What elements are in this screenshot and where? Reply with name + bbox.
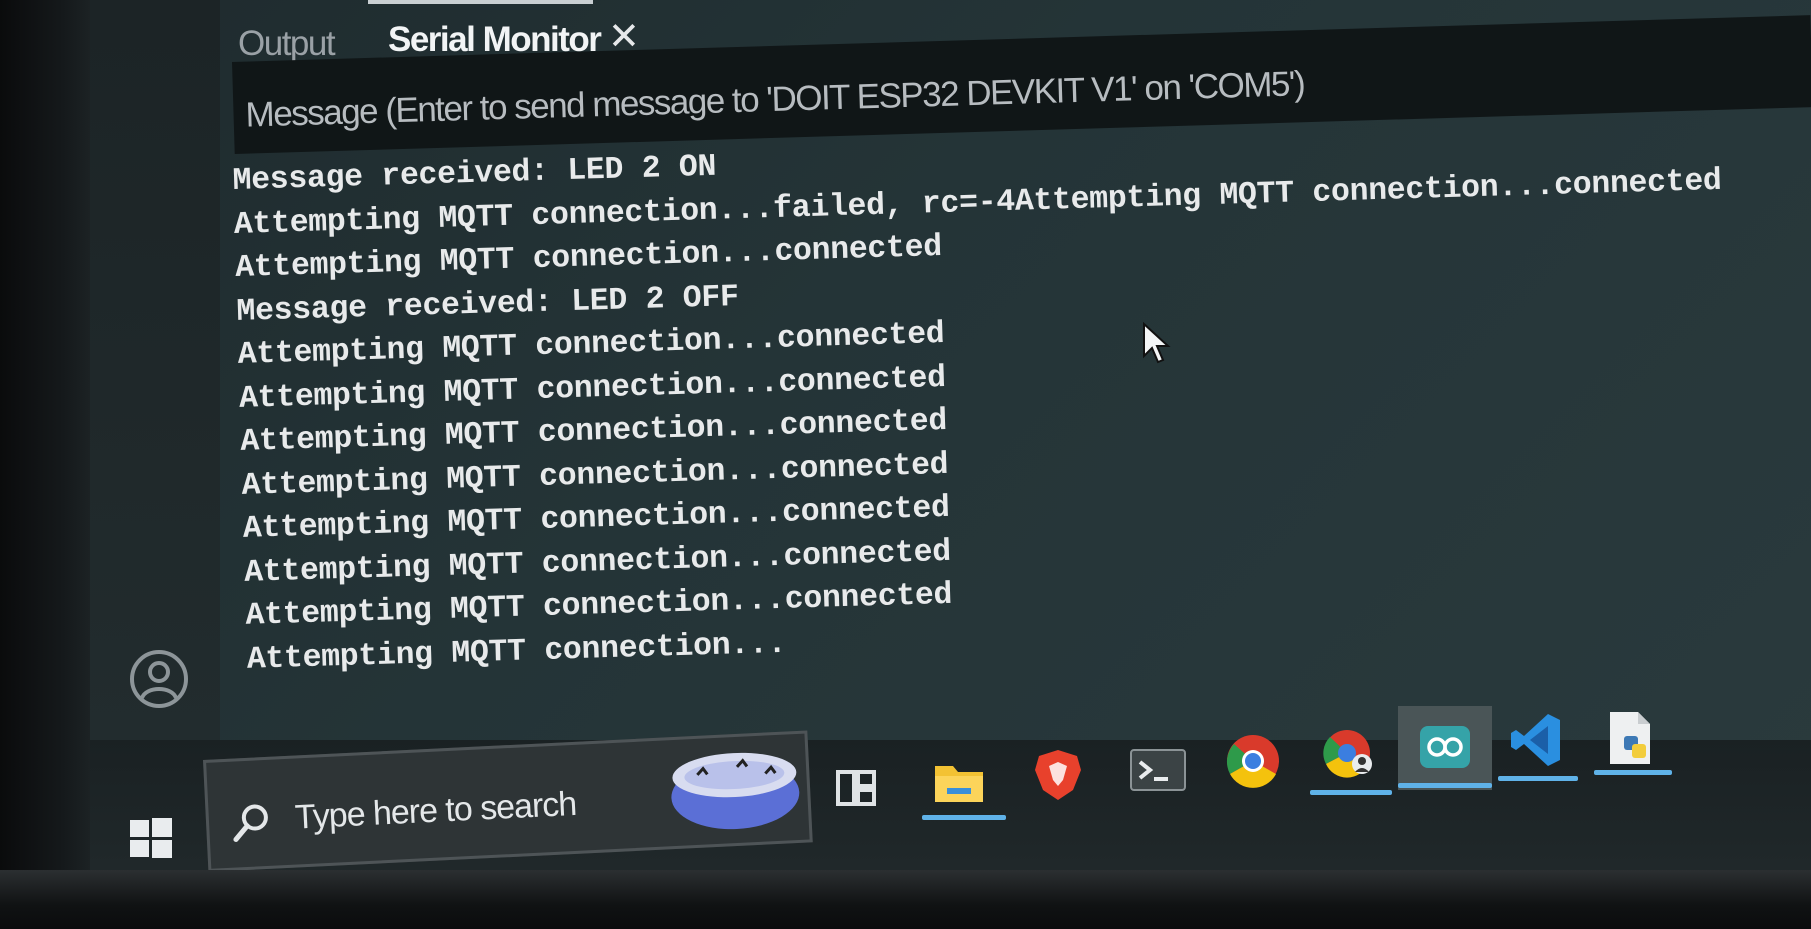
- activity-bar: [90, 0, 220, 760]
- account-icon[interactable]: [128, 648, 190, 710]
- python-file-running-indicator: [1594, 770, 1672, 775]
- monitor-bezel-left: [0, 0, 90, 929]
- search-icon: [233, 804, 268, 842]
- message-input-placeholder: Message (Enter to send message to 'DOIT …: [245, 64, 1305, 135]
- file-explorer-running-indicator: [922, 815, 1006, 820]
- windows-start-icon[interactable]: [130, 818, 172, 858]
- vscode-running-indicator: [1498, 776, 1578, 781]
- task-view-icon[interactable]: [836, 768, 876, 808]
- chrome-profile-running-indicator: [1310, 790, 1392, 795]
- mouse-pointer-icon: [1143, 322, 1171, 364]
- chrome-profile-icon[interactable]: [1322, 728, 1376, 782]
- arduino-ide-running-indicator: [1398, 783, 1492, 788]
- active-tab-indicator: [368, 0, 593, 4]
- terminal-icon[interactable]: [1130, 748, 1186, 792]
- serial-output-log: Message received: LED 2 ON Attempting MQ…: [232, 114, 1797, 700]
- search-placeholder: Type here to search: [293, 784, 578, 837]
- monitor-bezel-bottom: [0, 870, 1811, 929]
- arduino-ide-icon: [1420, 726, 1470, 768]
- vscode-icon[interactable]: [1510, 712, 1562, 768]
- file-explorer-icon[interactable]: [933, 760, 985, 804]
- arduino-ide-active-tile[interactable]: [1398, 706, 1492, 790]
- python-file-icon[interactable]: [1606, 710, 1656, 766]
- chrome-icon[interactable]: [1226, 734, 1280, 788]
- brave-browser-icon[interactable]: [1033, 748, 1083, 802]
- tab-output[interactable]: Output: [238, 24, 336, 64]
- search-highlight-image: [671, 752, 800, 830]
